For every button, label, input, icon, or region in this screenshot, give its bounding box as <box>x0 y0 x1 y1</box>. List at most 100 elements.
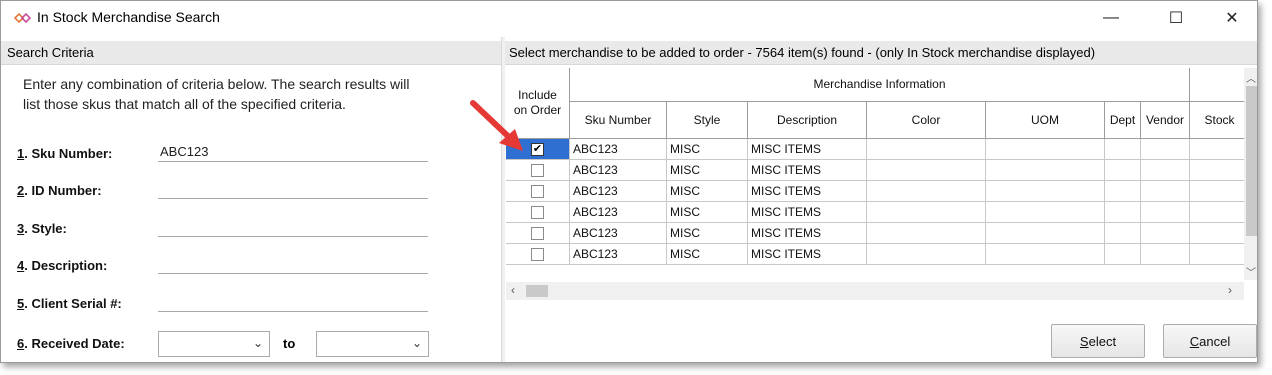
cell-style[interactable]: MISC <box>667 202 748 223</box>
cell-description[interactable]: MISC ITEMS <box>748 202 867 223</box>
chevron-right-icon[interactable]: › <box>1228 283 1232 297</box>
minimize-button[interactable]: — <box>1088 1 1134 35</box>
cell-sku[interactable]: ABC123 <box>570 139 667 160</box>
chevron-left-icon[interactable]: ‹ <box>511 283 515 297</box>
checkbox-checked[interactable]: ✔ <box>531 142 544 156</box>
checkbox-unchecked[interactable] <box>531 184 544 198</box>
cell-vendor[interactable] <box>1141 139 1190 160</box>
cell-dept[interactable] <box>1105 223 1141 244</box>
cell-sku[interactable]: ABC123 <box>570 160 667 181</box>
client-serial-input[interactable] <box>158 292 428 312</box>
col-header-vendor[interactable]: Vendor <box>1141 102 1190 139</box>
cell-style[interactable]: MISC <box>667 181 748 202</box>
include-checkbox-cell[interactable] <box>506 244 570 265</box>
sku-number-label: 1. Sku Number: <box>17 146 113 161</box>
grid-horizontal-scrollbar[interactable]: ‹ › <box>506 282 1244 300</box>
cell-vendor[interactable] <box>1141 202 1190 223</box>
include-checkbox-cell[interactable] <box>506 223 570 244</box>
sku-number-input[interactable] <box>158 142 428 162</box>
cell-color[interactable] <box>867 244 986 265</box>
id-number-label: 2. ID Number: <box>17 183 102 198</box>
checkbox-unchecked[interactable] <box>531 205 544 219</box>
cell-stock[interactable] <box>1190 160 1245 181</box>
cell-vendor[interactable] <box>1141 181 1190 202</box>
col-header-stock[interactable]: Stock <box>1190 102 1245 139</box>
cell-sku[interactable]: ABC123 <box>570 223 667 244</box>
select-button[interactable]: Select <box>1051 324 1145 358</box>
description-label: 4. Description: <box>17 258 108 273</box>
chevron-down-icon: ⌄ <box>411 336 422 350</box>
description-input[interactable] <box>158 254 428 274</box>
maximize-button[interactable]: ☐ <box>1153 1 1199 35</box>
include-checkbox-cell[interactable] <box>506 202 570 223</box>
cell-style[interactable]: MISC <box>667 160 748 181</box>
chevron-down-icon[interactable]: ﹀ <box>1246 264 1256 279</box>
cell-style[interactable]: MISC <box>667 244 748 265</box>
cell-color[interactable] <box>867 223 986 244</box>
cell-description[interactable]: MISC ITEMS <box>748 160 867 181</box>
grid-vertical-scrollbar[interactable]: ︿ ﹀ <box>1244 68 1257 280</box>
checkbox-unchecked[interactable] <box>531 247 544 261</box>
cell-description[interactable]: MISC ITEMS <box>748 139 867 160</box>
title-bar: In Stock Merchandise Search — ☐ ✕ <box>1 1 1257 35</box>
cell-dept[interactable] <box>1105 139 1141 160</box>
vertical-scroll-thumb[interactable] <box>1246 86 1257 236</box>
horizontal-scroll-thumb[interactable] <box>526 285 548 297</box>
col-header-style[interactable]: Style <box>667 102 748 139</box>
style-input[interactable] <box>158 217 428 237</box>
results-header: Select merchandise to be added to order … <box>505 41 1257 65</box>
col-header-dept[interactable]: Dept <box>1105 102 1141 139</box>
cell-uom[interactable] <box>986 223 1105 244</box>
cell-stock[interactable] <box>1190 202 1245 223</box>
col-header-sku-number[interactable]: Sku Number <box>570 102 667 139</box>
window-title: In Stock Merchandise Search <box>37 9 220 25</box>
cell-dept[interactable] <box>1105 244 1141 265</box>
cell-vendor[interactable] <box>1141 160 1190 181</box>
id-number-input[interactable] <box>158 179 428 199</box>
cell-uom[interactable] <box>986 244 1105 265</box>
cell-color[interactable] <box>867 160 986 181</box>
merchandise-info-group-header: Merchandise Information <box>570 68 1190 102</box>
diamond-link-icon <box>13 12 32 24</box>
checkbox-unchecked[interactable] <box>531 163 544 177</box>
cell-color[interactable] <box>867 139 986 160</box>
cell-description[interactable]: MISC ITEMS <box>748 181 867 202</box>
cell-stock[interactable] <box>1190 244 1245 265</box>
cell-style[interactable]: MISC <box>667 139 748 160</box>
cell-description[interactable]: MISC ITEMS <box>748 223 867 244</box>
chevron-up-icon[interactable]: ︿ <box>1246 70 1256 85</box>
include-checkbox-cell[interactable] <box>506 181 570 202</box>
client-serial-label: 5. Client Serial #: <box>17 296 122 311</box>
cell-stock[interactable] <box>1190 139 1245 160</box>
cell-sku[interactable]: ABC123 <box>570 202 667 223</box>
checkbox-unchecked[interactable] <box>531 226 544 240</box>
col-header-color[interactable]: Color <box>867 102 986 139</box>
col-header-uom[interactable]: UOM <box>986 102 1105 139</box>
style-label: 3. Style: <box>17 221 67 236</box>
received-date-to-select[interactable]: ⌄ <box>316 331 429 357</box>
include-checkbox-cell[interactable] <box>506 160 570 181</box>
annotation-arrow-icon <box>470 100 523 151</box>
cell-description[interactable]: MISC ITEMS <box>748 244 867 265</box>
panel-splitter[interactable] <box>501 37 505 362</box>
cell-color[interactable] <box>867 181 986 202</box>
cell-stock[interactable] <box>1190 223 1245 244</box>
cell-vendor[interactable] <box>1141 223 1190 244</box>
cell-sku[interactable]: ABC123 <box>570 244 667 265</box>
cell-dept[interactable] <box>1105 160 1141 181</box>
close-button[interactable]: ✕ <box>1209 1 1255 35</box>
cell-dept[interactable] <box>1105 202 1141 223</box>
cell-style[interactable]: MISC <box>667 223 748 244</box>
cell-vendor[interactable] <box>1141 244 1190 265</box>
cell-uom[interactable] <box>986 181 1105 202</box>
cell-uom[interactable] <box>986 139 1105 160</box>
cell-stock[interactable] <box>1190 181 1245 202</box>
cancel-button[interactable]: Cancel <box>1163 324 1257 358</box>
col-header-description[interactable]: Description <box>748 102 867 139</box>
cell-color[interactable] <box>867 202 986 223</box>
cell-uom[interactable] <box>986 202 1105 223</box>
cell-sku[interactable]: ABC123 <box>570 181 667 202</box>
received-date-from-select[interactable]: ⌄ <box>158 331 270 357</box>
cell-uom[interactable] <box>986 160 1105 181</box>
cell-dept[interactable] <box>1105 181 1141 202</box>
